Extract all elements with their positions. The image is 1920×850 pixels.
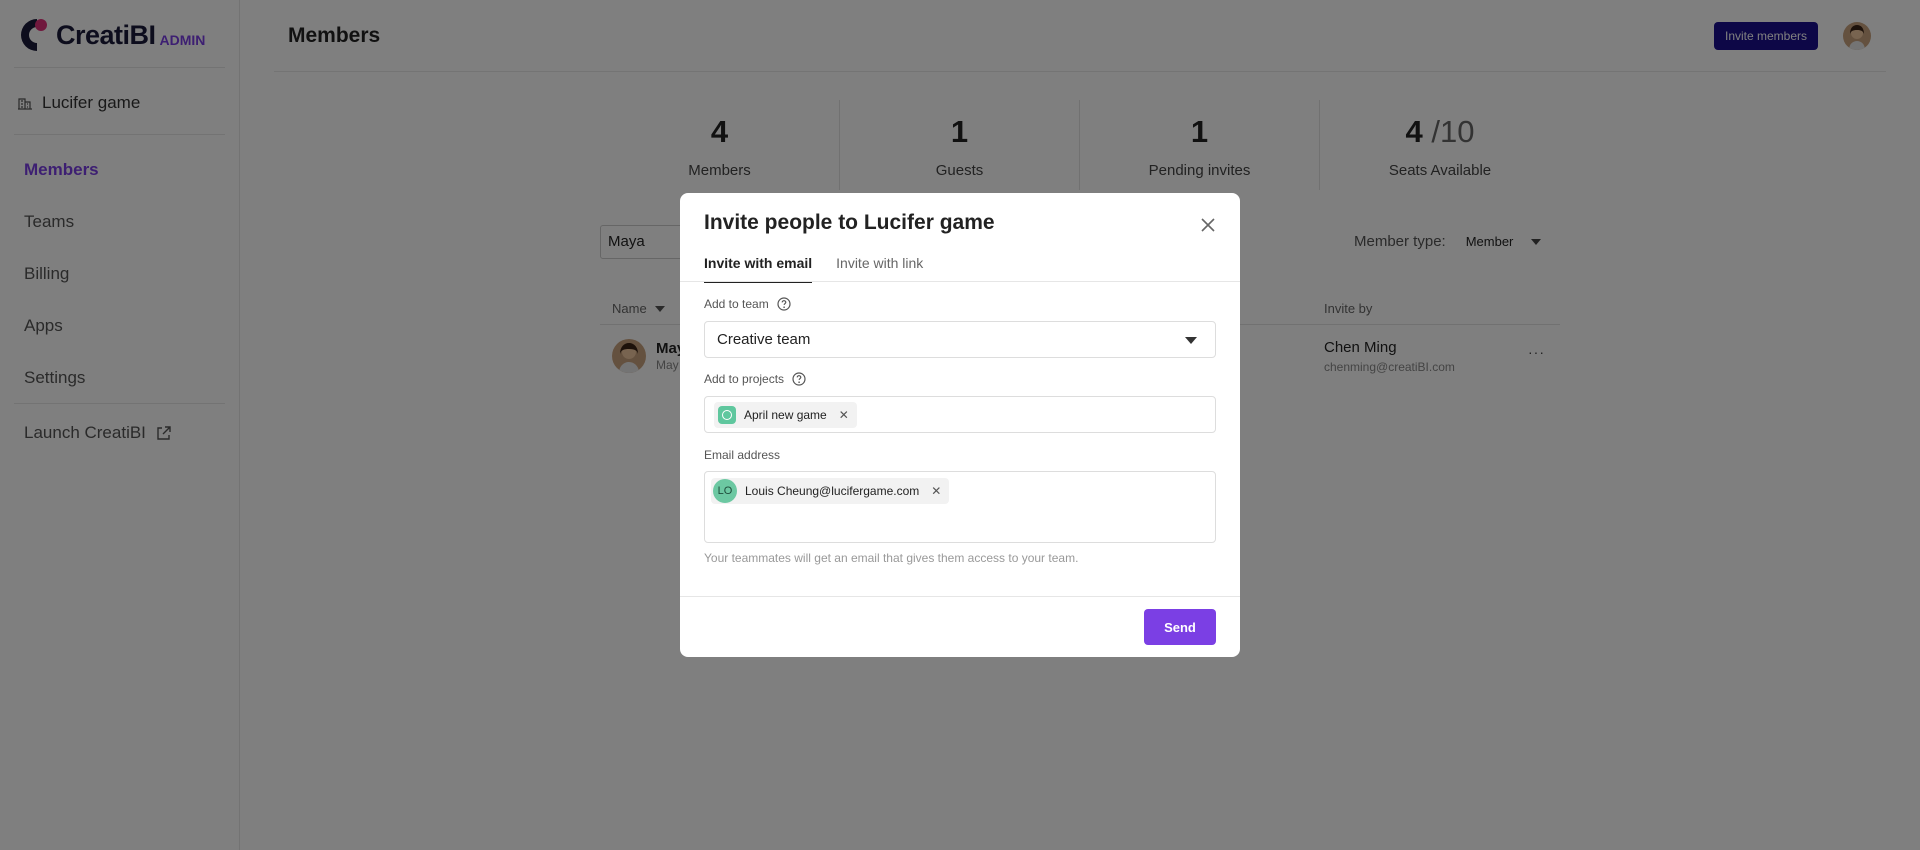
project-chip: April new game ✕ (714, 402, 857, 428)
project-icon (718, 406, 736, 424)
team-field-label: Add to team (704, 297, 791, 311)
modal-tabs: Invite with email Invite with link (704, 255, 947, 283)
remove-chip-icon[interactable]: ✕ (839, 408, 849, 422)
project-chip-label: April new game (744, 408, 827, 422)
help-icon[interactable] (792, 372, 806, 386)
team-label: Add to team (704, 297, 769, 311)
email-field-label: Email address (704, 448, 780, 462)
help-icon[interactable] (777, 297, 791, 311)
email-chip: LO Louis Cheung@lucifergame.com ✕ (711, 478, 950, 504)
tab-invite-link[interactable]: Invite with link (836, 255, 923, 283)
invite-modal: Invite people to Lucifer game Invite wit… (680, 193, 1240, 657)
email-input[interactable]: LO Louis Cheung@lucifergame.com ✕ (704, 471, 1216, 543)
tab-invite-email[interactable]: Invite with email (704, 255, 813, 283)
team-select[interactable]: Creative team (704, 321, 1216, 358)
modal-title: Invite people to Lucifer game (704, 211, 995, 234)
divider (680, 281, 1240, 282)
email-label: Email address (704, 448, 781, 462)
projects-label: Add to projects (704, 372, 785, 386)
projects-input[interactable]: April new game ✕ (704, 396, 1216, 433)
email-chip-label: Louis Cheung@lucifergame.com (745, 484, 920, 498)
divider (680, 596, 1240, 597)
chevron-down-icon (1185, 337, 1197, 344)
projects-field-label: Add to projects (704, 372, 806, 386)
helper-text: Your teammates will get an email that gi… (704, 551, 1079, 565)
close-icon[interactable] (1198, 215, 1218, 235)
remove-chip-icon[interactable]: ✕ (931, 484, 941, 498)
send-button[interactable]: Send (1144, 609, 1216, 645)
team-value: Creative team (717, 331, 811, 348)
email-chip-avatar: LO (713, 479, 737, 503)
